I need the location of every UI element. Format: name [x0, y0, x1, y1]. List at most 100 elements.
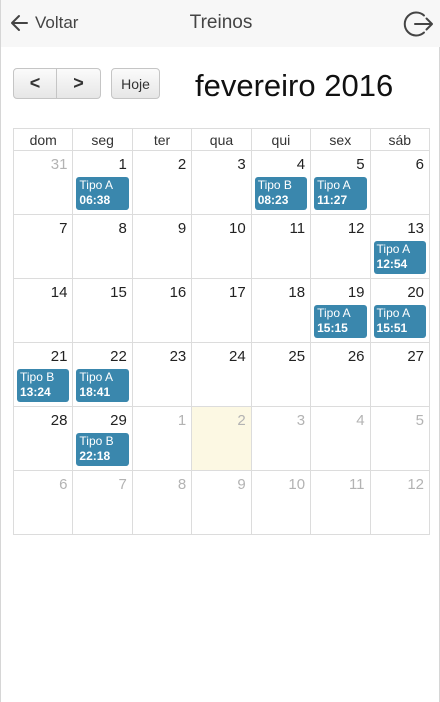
calendar-day-cell[interactable]: 24: [191, 342, 252, 407]
calendar-day-cell[interactable]: 11: [250, 214, 312, 279]
day-number: 3: [296, 412, 306, 429]
calendar-day-cell[interactable]: 5: [369, 406, 431, 471]
calendar-day-cell[interactable]: 2: [131, 150, 193, 215]
event-time: 08:23: [257, 193, 289, 207]
event-type: Tipo A: [317, 306, 351, 320]
day-number: 24: [229, 348, 246, 365]
workout-event[interactable]: Tipo B 08:23: [254, 177, 308, 210]
day-number: 7: [118, 476, 127, 493]
weekday-header: qui: [250, 128, 312, 151]
workout-event[interactable]: Tipo B 13:24: [17, 369, 70, 402]
day-number: 23: [169, 348, 187, 365]
event-type: Tipo A: [317, 178, 351, 192]
calendar-day-cell[interactable]: 6: [369, 150, 431, 215]
day-number: 7: [59, 220, 68, 237]
day-number: 19: [347, 284, 365, 301]
calendar-week-row: 31 1 Tipo A 06:38 2 3 4 Tipo B 08:23 5 Tipo A 11:27…: [12, 150, 431, 215]
app-screen: Voltar Treinos < > Hoje fevereiro 2016 d…: [0, 0, 440, 702]
day-number: 5: [415, 412, 424, 429]
prev-month-button[interactable]: <: [13, 68, 57, 99]
workout-event[interactable]: Tipo B 22:18: [76, 433, 129, 466]
calendar-day-cell[interactable]: 13 Tipo A 12:54: [369, 214, 431, 279]
event-time: 15:51: [376, 321, 408, 335]
calendar-day-cell[interactable]: 14: [12, 278, 74, 343]
calendar-day-cell[interactable]: 6: [12, 470, 74, 535]
calendar-day-cell[interactable]: 19 Tipo A 15:15: [310, 278, 371, 343]
calendar-day-cell[interactable]: 9: [191, 470, 252, 535]
calendar-day-cell[interactable]: 27: [369, 342, 431, 407]
workout-event[interactable]: Tipo A 15:51: [373, 305, 426, 338]
calendar-day-cell[interactable]: 7: [12, 214, 74, 279]
calendar-day-cell[interactable]: 20 Tipo A 15:51: [369, 278, 431, 343]
month-title: fevereiro 2016: [195, 68, 394, 103]
calendar-day-cell[interactable]: 21 Tipo B 13:24: [12, 342, 74, 407]
day-number: 15: [110, 284, 127, 301]
weekday-header-row: dom seg ter qua qui sex sáb: [12, 128, 431, 151]
calendar-day-cell[interactable]: 29 Tipo B 22:18: [72, 406, 133, 471]
calendar-day-cell[interactable]: 10: [191, 214, 252, 279]
day-number: 17: [229, 284, 246, 301]
workout-event[interactable]: Tipo A 06:38: [76, 177, 129, 210]
workout-event[interactable]: Tipo A 12:54: [373, 241, 426, 274]
calendar-day-cell[interactable]: 15: [72, 278, 133, 343]
calendar-day-cell[interactable]: 8: [131, 470, 193, 535]
event-time: 18:41: [79, 385, 111, 399]
workout-event[interactable]: Tipo A 18:41: [76, 369, 129, 402]
calendar-day-cell[interactable]: 9: [131, 214, 193, 279]
calendar-day-cell[interactable]: 8: [72, 214, 133, 279]
calendar-toolbar: < > Hoje: [13, 68, 160, 100]
calendar-day-cell[interactable]: 2: [191, 406, 252, 471]
next-month-button[interactable]: >: [57, 68, 101, 99]
event-time: 12:54: [376, 257, 408, 271]
weekday-header: sáb: [369, 128, 431, 151]
calendar-day-cell[interactable]: 3: [250, 406, 312, 471]
calendar-day-cell[interactable]: 16: [131, 278, 193, 343]
calendar-day-cell[interactable]: 3: [191, 150, 252, 215]
weekday-header: dom: [12, 128, 74, 151]
day-number: 10: [229, 220, 246, 237]
day-number: 4: [356, 412, 365, 429]
calendar-day-cell[interactable]: 18: [250, 278, 312, 343]
day-number: 14: [50, 284, 68, 301]
calendar-day-cell[interactable]: 25: [250, 342, 312, 407]
today-button[interactable]: Hoje: [111, 68, 160, 99]
calendar-day-cell[interactable]: 12: [369, 470, 431, 535]
calendar-day-cell[interactable]: 17: [191, 278, 252, 343]
day-number: 18: [288, 284, 306, 301]
day-number: 5: [356, 156, 365, 173]
calendar-day-cell[interactable]: 23: [131, 342, 193, 407]
calendar-day-cell[interactable]: 28: [12, 406, 74, 471]
event-type: Tipo B: [20, 370, 55, 384]
calendar-day-cell[interactable]: 1 Tipo A 06:38: [72, 150, 133, 215]
day-number: 20: [407, 284, 424, 301]
event-type: Tipo A: [376, 242, 411, 256]
calendar-day-cell[interactable]: 22 Tipo A 18:41: [72, 342, 133, 407]
calendar-day-cell[interactable]: 10: [250, 470, 312, 535]
calendar-day-cell[interactable]: 26: [310, 342, 371, 407]
calendar-day-cell[interactable]: 12: [310, 214, 371, 279]
day-number: 2: [237, 412, 246, 429]
day-number: 4: [296, 156, 306, 173]
day-number: 9: [237, 476, 246, 493]
event-type: Tipo B: [257, 178, 292, 192]
day-number: 21: [50, 348, 68, 365]
workout-event[interactable]: Tipo A 11:27: [314, 177, 367, 210]
calendar-day-cell[interactable]: 31: [12, 150, 74, 215]
calendar-day-cell[interactable]: 1: [131, 406, 193, 471]
logout-icon[interactable]: [403, 8, 435, 40]
calendar-week-row: 6 7 8 9 10 11 12: [12, 470, 431, 535]
day-number: 9: [177, 220, 187, 237]
calendar-week-row: 21 Tipo B 13:24 22 Tipo A 18:41 23 24 25 26 27: [12, 342, 431, 407]
calendar-day-cell[interactable]: 7: [72, 470, 133, 535]
workout-event[interactable]: Tipo A 15:15: [314, 305, 367, 338]
event-type: Tipo B: [79, 434, 114, 448]
day-number: 28: [50, 412, 68, 429]
day-number: 10: [288, 476, 306, 493]
calendar-day-cell[interactable]: 4 Tipo B 08:23: [250, 150, 312, 215]
event-time: 13:24: [20, 385, 51, 399]
calendar-day-cell[interactable]: 11: [310, 470, 371, 535]
calendar-day-cell[interactable]: 4: [310, 406, 371, 471]
calendar-week-row: 28 29 Tipo B 22:18 1 2 3 4 5: [12, 406, 431, 471]
calendar-day-cell[interactable]: 5 Tipo A 11:27: [310, 150, 371, 215]
day-number: 31: [50, 156, 68, 173]
